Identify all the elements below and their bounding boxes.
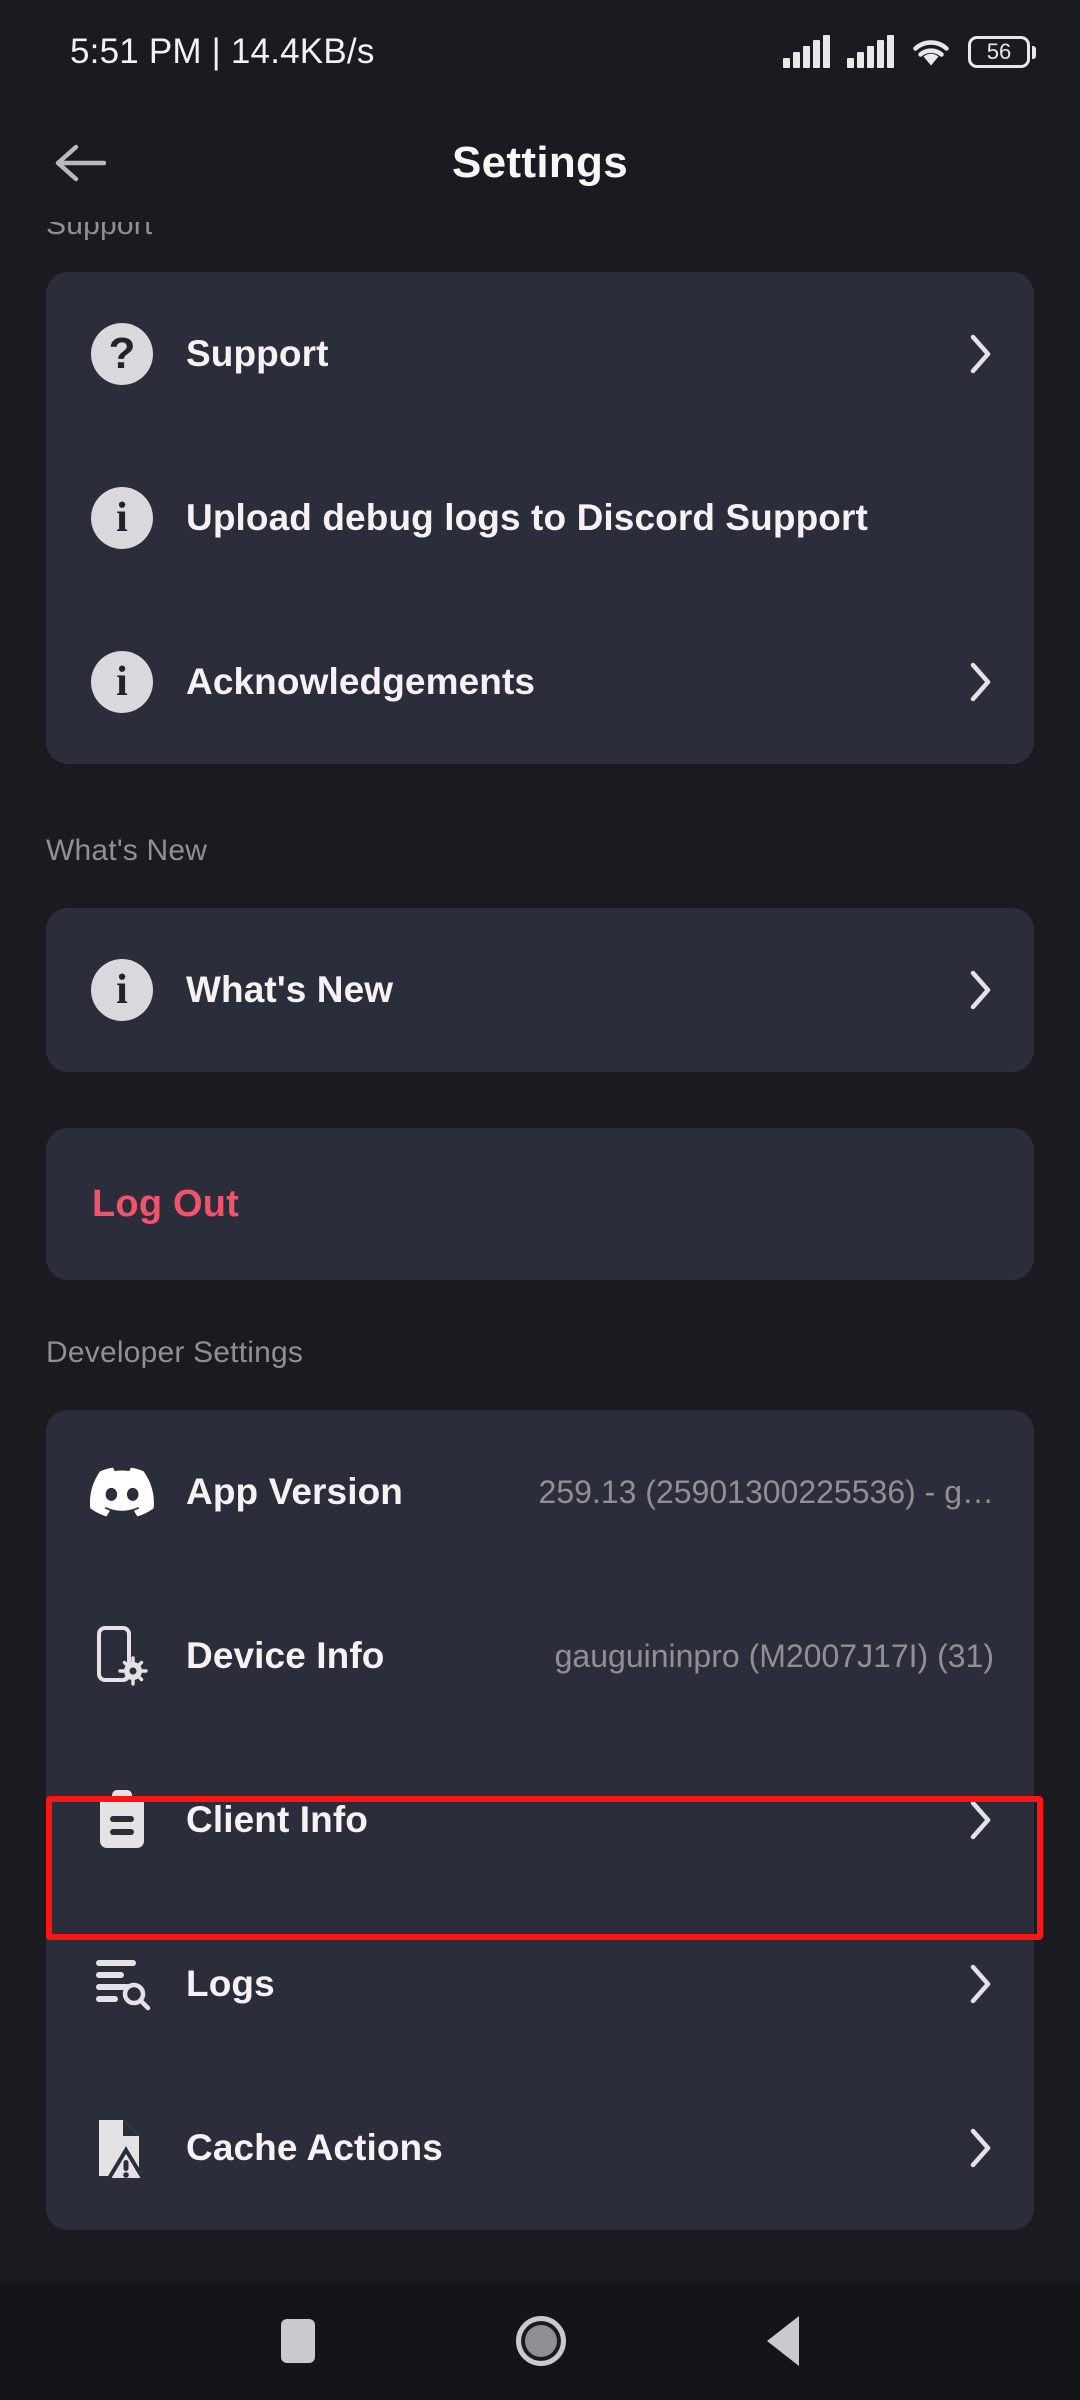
logs-search-icon [86,1948,158,2020]
row-upload-debug-logs[interactable]: i Upload debug logs to Discord Support [46,436,1034,600]
developer-settings-card: App Version 259.13 (25901300225536) - g… [46,1410,1034,2230]
status-bar: 5:51 PM | 14.4KB/s 56 [0,0,1080,104]
row-label: Upload debug logs to Discord Support [186,497,868,538]
chevron-right-icon [948,332,994,376]
cellular-signal-icon [783,35,830,68]
row-whats-new[interactable]: i What's New [46,908,1034,1072]
log-out-button[interactable]: Log Out [46,1128,1034,1280]
section-header-support: Support [46,222,153,241]
row-app-version[interactable]: App Version 259.13 (25901300225536) - g… [46,1410,1034,1574]
device-settings-icon [86,1620,158,1692]
whats-new-card: i What's New [46,908,1034,1072]
question-mark-circle-icon: ? [86,318,158,390]
row-label: Support [186,333,329,374]
cellular-signal-icon-2 [847,35,894,68]
info-circle-icon: i [86,646,158,718]
android-navigation-bar [0,2282,1080,2400]
status-time-and-network-rate: 5:51 PM | 14.4KB/s [70,32,375,71]
clipboard-icon [86,1784,158,1856]
wifi-icon [911,36,951,68]
row-label: Acknowledgements [186,661,536,702]
row-device-info[interactable]: Device Info gauguininpro (M2007J17I) (31… [46,1574,1034,1738]
support-card: ? Support i Upload debug logs to Discord… [46,272,1034,764]
row-label: What's New [186,969,394,1010]
row-cache-actions[interactable]: Cache Actions [46,2066,1034,2230]
phone-screen: 5:51 PM | 14.4KB/s 56 Settings Support ?… [0,0,1080,2400]
home-circle-icon[interactable] [515,2316,566,2366]
chevron-right-icon [948,660,994,704]
device-info-value: gauguininpro (M2007J17I) (31) [554,1637,994,1674]
info-circle-icon: i [86,954,158,1026]
row-acknowledgements[interactable]: i Acknowledgements [46,600,1034,764]
row-label: Device Info [186,1635,385,1676]
chevron-right-icon [948,1798,994,1842]
row-support[interactable]: ? Support [46,272,1034,436]
row-label: Cache Actions [186,2127,443,2168]
chevron-right-icon [948,2126,994,2170]
row-label: Logs [186,1963,275,2004]
info-circle-icon: i [86,482,158,554]
row-client-info[interactable]: Client Info [46,1738,1034,1902]
file-warning-icon [86,2112,158,2184]
row-logs[interactable]: Logs [46,1902,1034,2066]
app-version-value: 259.13 (25901300225536) - g… [538,1473,994,1510]
section-header-developer-settings: Developer Settings [46,1336,304,1369]
chevron-right-icon [948,968,994,1012]
discord-logo-icon [86,1456,158,1528]
row-label: Client Info [186,1799,368,1840]
recents-square-icon[interactable] [280,2319,315,2363]
status-icons: 56 [783,35,1036,68]
log-out-label: Log Out [92,1182,240,1225]
page-title: Settings [452,138,628,187]
settings-scroll-container[interactable]: Support ? Support i Upload debug logs to [0,222,1080,2282]
section-header-whats-new: What's New [46,834,208,867]
back-triangle-icon[interactable] [767,2316,800,2366]
row-label: App Version [186,1471,403,1512]
app-bar: Settings [0,104,1080,222]
battery-level-text: 56 [986,39,1012,64]
chevron-right-icon [948,1962,994,2006]
battery-icon: 56 [968,36,1036,68]
